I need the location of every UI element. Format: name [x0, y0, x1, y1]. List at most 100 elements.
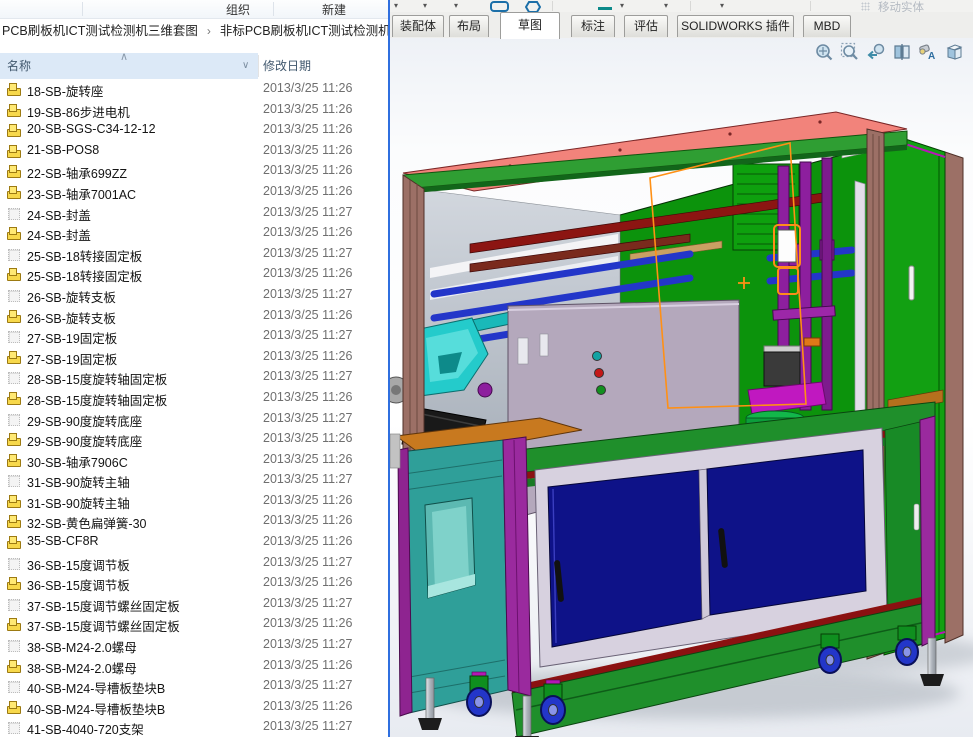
- tab-evaluate[interactable]: 评估: [624, 15, 668, 37]
- file-date: 2013/3/25 11:27: [263, 328, 353, 343]
- machine-3d-model[interactable]: [390, 38, 973, 737]
- file-name: 40-SB-M24-导槽板垫块B: [27, 702, 166, 717]
- file-date: 2013/3/25 11:26: [263, 307, 353, 322]
- solidworks-part-icon: [7, 144, 22, 158]
- tab-mbd[interactable]: MBD: [803, 15, 851, 37]
- sliding-door-left[interactable]: [547, 469, 703, 648]
- dropdown-caret-icon[interactable]: ▾: [664, 1, 668, 10]
- file-date: 2013/3/25 11:26: [263, 657, 353, 672]
- ribbon-strip: ▾ ▾ ▾ ▾ ▾ ▾ 移动实体: [390, 0, 973, 12]
- list-header: ∧ 名称 ∨ 修改日期: [0, 51, 388, 79]
- file-row[interactable]: 28-SB-15度旋转轴固定板 2013/3/25 11:26: [0, 388, 388, 409]
- file-date: 2013/3/25 11:26: [263, 225, 353, 240]
- file-row[interactable]: 27-SB-19固定板 2013/3/25 11:26: [0, 347, 388, 368]
- file-row[interactable]: 28-SB-15度旋转轴固定板 2013/3/25 11:27: [0, 367, 388, 388]
- file-date: 2013/3/25 11:26: [263, 101, 353, 116]
- file-row[interactable]: 24-SB-封盖 2013/3/25 11:27: [0, 203, 388, 224]
- solidworks-part-icon: [7, 659, 22, 673]
- file-name: 32-SB-黄色扁弹簧-30: [27, 517, 147, 532]
- file-row[interactable]: 37-SB-15度调节螺丝固定板 2013/3/25 11:26: [0, 614, 388, 635]
- caster-wheel[interactable]: [895, 625, 919, 666]
- file-row[interactable]: 36-SB-15度调节板 2013/3/25 11:27: [0, 553, 388, 574]
- dropdown-caret-icon[interactable]: ▾: [620, 1, 624, 10]
- file-name: 28-SB-15度旋转轴固定板: [27, 393, 168, 408]
- file-row[interactable]: 37-SB-15度调节螺丝固定板 2013/3/25 11:27: [0, 594, 388, 615]
- caster-wheel[interactable]: [818, 633, 842, 674]
- file-name: 29-SB-90度旋转底座: [27, 435, 143, 450]
- line-tool-icon[interactable]: [598, 7, 612, 10]
- file-row[interactable]: 35-SB-CF8R 2013/3/25 11:26: [0, 532, 388, 553]
- caster-wheel[interactable]: [466, 671, 492, 717]
- corner-rectangle-tool-icon[interactable]: [490, 1, 509, 12]
- temp-file-icon: [7, 473, 22, 488]
- file-date: 2013/3/25 11:26: [263, 513, 353, 528]
- dropdown-caret-icon[interactable]: ▾: [423, 1, 427, 10]
- file-date: 2013/3/25 11:26: [263, 163, 353, 178]
- file-row[interactable]: 32-SB-黄色扁弹簧-30 2013/3/25 11:26: [0, 511, 388, 532]
- caster-wheel[interactable]: [540, 679, 566, 725]
- breadcrumb-segment[interactable]: PCB刷板机ICT测试检测机三维套图: [2, 19, 198, 44]
- side-panel-teal[interactable]: [399, 439, 509, 715]
- polygon-tool-icon[interactable]: [524, 0, 542, 12]
- file-row[interactable]: 21-SB-POS8 2013/3/25 11:26: [0, 141, 388, 162]
- file-row[interactable]: 31-SB-90旋转主轴 2013/3/25 11:26: [0, 491, 388, 512]
- file-row[interactable]: 23-SB-轴承7001AC 2013/3/25 11:26: [0, 182, 388, 203]
- file-row[interactable]: 30-SB-轴承7906C 2013/3/25 11:26: [0, 450, 388, 471]
- tab-assembly[interactable]: 装配体: [392, 15, 444, 37]
- command-bar: 组织 新建: [0, 0, 388, 19]
- toolbar-separator: [552, 1, 553, 11]
- file-row[interactable]: 24-SB-封盖 2013/3/25 11:26: [0, 223, 388, 244]
- file-row[interactable]: 20-SB-SGS-C34-12-12 2013/3/25 11:26: [0, 120, 388, 141]
- temp-file-icon: [7, 556, 22, 570]
- file-row[interactable]: 22-SB-轴承699ZZ 2013/3/25 11:26: [0, 161, 388, 182]
- temp-file-icon: [7, 329, 22, 344]
- file-row[interactable]: 29-SB-90度旋转底座 2013/3/25 11:27: [0, 409, 388, 430]
- file-name: 31-SB-90旋转主轴: [27, 496, 130, 511]
- file-row[interactable]: 18-SB-旋转座 2013/3/25 11:26: [0, 79, 388, 100]
- sliding-door-right[interactable]: [706, 449, 867, 616]
- file-row[interactable]: 29-SB-90度旋转底座 2013/3/25 11:26: [0, 429, 388, 450]
- file-date: 2013/3/25 11:26: [263, 451, 353, 466]
- new-button[interactable]: 新建: [322, 1, 346, 18]
- tab-solidworks-addins[interactable]: SOLIDWORKS 插件: [677, 15, 794, 37]
- file-row[interactable]: 36-SB-15度调节板 2013/3/25 11:26: [0, 573, 388, 594]
- file-row[interactable]: 38-SB-M24-2.0螺母 2013/3/25 11:27: [0, 635, 388, 656]
- file-row[interactable]: 25-SB-18转接固定板 2013/3/25 11:27: [0, 244, 388, 265]
- toolbar-separator: [810, 1, 811, 11]
- graphics-area[interactable]: A: [390, 38, 973, 737]
- tab-sketch[interactable]: 草图: [500, 12, 560, 39]
- file-row[interactable]: 38-SB-M24-2.0螺母 2013/3/25 11:26: [0, 656, 388, 677]
- organize-button[interactable]: 组织: [226, 1, 250, 18]
- column-header-name[interactable]: ∧ 名称 ∨: [0, 51, 258, 79]
- file-name: 19-SB-86步进电机: [27, 105, 130, 120]
- file-row[interactable]: 26-SB-旋转支板 2013/3/25 11:26: [0, 306, 388, 327]
- file-name: 38-SB-M24-2.0螺母: [27, 641, 137, 656]
- file-name: 30-SB-轴承7906C: [27, 455, 128, 470]
- breadcrumb-segment[interactable]: 非标PCB刷板机ICT测试检测机三维套图: [220, 19, 388, 44]
- file-row[interactable]: 40-SB-M24-导槽板垫块B 2013/3/25 11:26: [0, 697, 388, 718]
- dropdown-caret-icon[interactable]: ▾: [454, 1, 458, 10]
- file-row[interactable]: 26-SB-旋转支板 2013/3/25 11:27: [0, 285, 388, 306]
- file-row[interactable]: 19-SB-86步进电机 2013/3/25 11:26: [0, 100, 388, 121]
- file-name: 25-SB-18转接固定板: [27, 249, 143, 264]
- dropdown-caret-icon[interactable]: ▾: [394, 1, 398, 10]
- file-row[interactable]: 25-SB-18转接固定板 2013/3/25 11:26: [0, 264, 388, 285]
- solidworks-part-icon: [7, 82, 22, 96]
- file-explorer-pane: 组织 新建 PCB刷板机ICT测试检测机三维套图 › 非标PCB刷板机ICT测试检测…: [0, 0, 388, 737]
- file-date: 2013/3/25 11:27: [263, 410, 353, 425]
- temp-file-icon: [7, 638, 22, 653]
- temp-file-icon: [7, 288, 22, 302]
- file-row[interactable]: 27-SB-19固定板 2013/3/25 11:27: [0, 326, 388, 347]
- column-header-date[interactable]: 修改日期: [263, 53, 311, 79]
- file-row[interactable]: 41-SB-4040-720支架 2013/3/25 11:27: [0, 717, 388, 737]
- file-date: 2013/3/25 11:27: [263, 719, 353, 734]
- file-row[interactable]: 40-SB-M24-导槽板垫块B 2013/3/25 11:27: [0, 676, 388, 697]
- solidworks-part-icon: [7, 391, 22, 405]
- tab-layout[interactable]: 布局: [449, 15, 489, 37]
- column-filter-dropdown-icon[interactable]: ∨: [242, 53, 249, 79]
- file-list[interactable]: 18-SB-旋转座 2013/3/25 11:26 19-SB-86步进电机 2013…: [0, 79, 388, 737]
- tab-markup[interactable]: 标注: [571, 15, 615, 37]
- file-row[interactable]: 31-SB-90旋转主轴 2013/3/25 11:27: [0, 470, 388, 491]
- dropdown-caret-icon[interactable]: ▾: [720, 1, 724, 10]
- breadcrumb[interactable]: PCB刷板机ICT测试检测机三维套图 › 非标PCB刷板机ICT测试检测机三维套图: [0, 19, 388, 44]
